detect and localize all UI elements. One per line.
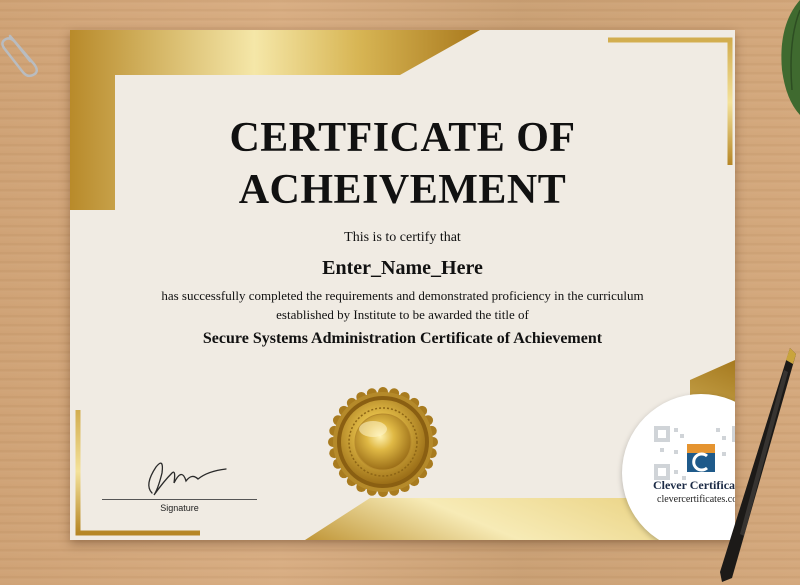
recipient-name: Enter_Name_Here <box>322 257 483 279</box>
certificate-title-line2: ACHEIVEMENT <box>238 167 567 213</box>
leaf-icon <box>781 0 800 115</box>
signature-label: Signature <box>160 503 199 513</box>
signature-scribble-icon <box>148 462 227 496</box>
paperclip-icon <box>1 34 38 78</box>
gold-seal-icon <box>328 387 438 497</box>
signature-line <box>102 499 257 500</box>
certify-text: This is to certify that <box>344 230 461 245</box>
body-text-line2: established by Institute to be awarded t… <box>276 307 529 322</box>
certificate-title-line1: CERTFICATE OF <box>229 115 576 161</box>
body-text-line1: has successfully completed the requireme… <box>161 288 644 303</box>
pen-icon <box>720 348 796 582</box>
award-title: Secure Systems Administration Certificat… <box>202 330 603 347</box>
certificate-paper: CERTFICATE OF ACHEIVEMENT This is to cer… <box>70 30 735 540</box>
